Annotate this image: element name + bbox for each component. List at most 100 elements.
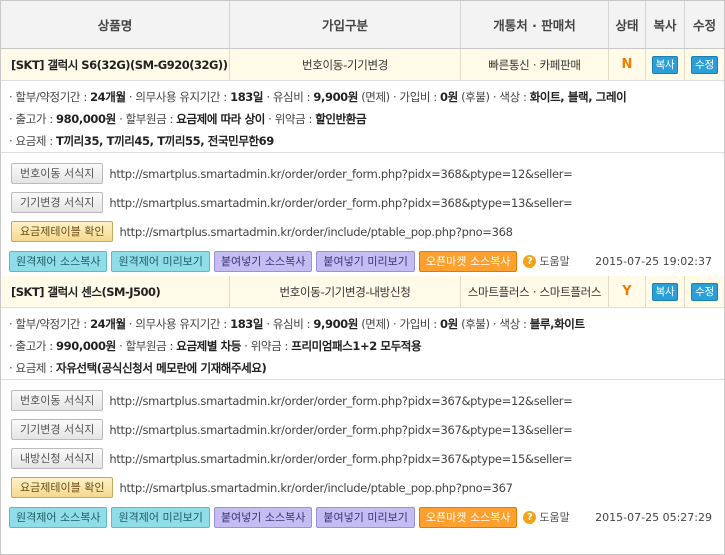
info-label: (후불) · 색상 : <box>457 317 530 331</box>
copy-button[interactable]: 복사 <box>651 282 679 301</box>
product-list: 상품명 가입구분 개통처 · 판매처 상태 복사 수정 [SKT] 갤럭시 S6… <box>0 0 725 555</box>
info-label: · 할부원금 : <box>115 112 177 126</box>
info-value: 980,000원 <box>56 112 116 126</box>
header-join-type: 가입구분 <box>230 1 461 48</box>
form-links: 번호이동 서식지 http://smartplus.smartadmin.kr/o… <box>1 380 724 502</box>
info-label: · 위약금 : <box>264 112 316 126</box>
product-name[interactable]: [SKT] 갤럭시 센스(SM-J500) <box>1 276 230 307</box>
info-value: 프리미엄패스1+2 모두적용 <box>291 339 422 353</box>
action-row: 원격제어 소스복사 원격제어 미리보기 붙여넣기 소스복사 붙여넣기 미리보기 오픈마켓… <box>1 246 724 276</box>
info-label: · 할부/약정기간 : <box>9 317 91 331</box>
info-value: 자유선택(공식신청서 메모란에 기재해주세요) <box>56 361 267 375</box>
form-button[interactable]: 기기변경 서식지 <box>11 192 104 213</box>
remote-preview-button[interactable]: 원격제어 미리보기 <box>111 250 210 272</box>
form-url[interactable]: http://smartplus.smartadmin.kr/order/inc… <box>119 225 513 239</box>
help-link[interactable]: ? 도움말 <box>523 509 570 525</box>
info-label: · 의무사용 유지기간 : <box>125 90 231 104</box>
action-row: 원격제어 소스복사 원격제어 미리보기 붙여넣기 소스복사 붙여넣기 미리보기 오픈마켓… <box>1 502 724 532</box>
info-value: T끼리35, T끼리45, T끼리55, 전국민무한69 <box>56 134 274 148</box>
info-label: · 의무사용 유지기간 : <box>125 317 231 331</box>
form-button[interactable]: 내방신청 서식지 <box>11 448 104 469</box>
edit-button[interactable]: 수정 <box>691 282 718 301</box>
paste-source-copy-button[interactable]: 붙여넣기 소스복사 <box>213 506 313 528</box>
help-label: 도움말 <box>539 511 570 524</box>
info-line: · 할부/약정기간 : 24개월 · 의무사용 유지기간 : 183일 · 유심… <box>9 86 716 108</box>
status-badge: N <box>609 49 646 80</box>
info-value: 183일 <box>230 90 264 104</box>
form-link-row: 요금제테이블 확인 http://smartplus.smartadmin.kr/… <box>11 473 714 502</box>
help-label: 도움말 <box>539 255 570 268</box>
rate-table-button[interactable]: 요금제테이블 확인 <box>11 477 114 498</box>
info-line: · 할부/약정기간 : 24개월 · 의무사용 유지기간 : 183일 · 유심… <box>9 313 716 335</box>
form-links: 번호이동 서식지 http://smartplus.smartadmin.kr/o… <box>1 153 724 246</box>
paste-preview-button[interactable]: 붙여넣기 미리보기 <box>316 506 415 528</box>
info-line: · 요금제 : T끼리35, T끼리45, T끼리55, 전국민무한69 <box>9 130 716 152</box>
info-label: (면제) · 가입비 : <box>357 317 441 331</box>
store-name: 스마트플러스 · 스마트플러스 <box>461 276 609 307</box>
remote-source-copy-button[interactable]: 원격제어 소스복사 <box>9 250 108 272</box>
copy-button[interactable]: 복사 <box>651 55 679 74</box>
info-label: (면제) · 가입비 : <box>357 90 441 104</box>
openmarket-source-copy-button[interactable]: 오픈마켓 소스복사 <box>418 250 518 272</box>
info-line: · 출고가 : 980,000원 · 할부원금 : 요금제에 따라 상이 · 위… <box>9 108 716 130</box>
info-value: 요금제에 따라 상이 <box>176 112 265 126</box>
info-value: 화이트, 블랙, 그레이 <box>529 90 627 104</box>
info-label: · 할부/약정기간 : <box>9 90 91 104</box>
remote-preview-button[interactable]: 원격제어 미리보기 <box>111 506 210 528</box>
info-value: 24개월 <box>90 90 126 104</box>
copy-cell: 복사 <box>646 276 685 307</box>
status-badge: Y <box>609 276 646 307</box>
edit-cell: 수정 <box>685 49 724 80</box>
remote-source-copy-button[interactable]: 원격제어 소스복사 <box>9 506 108 528</box>
info-label: · 유심비 : <box>263 317 314 331</box>
form-url[interactable]: http://smartplus.smartadmin.kr/order/ord… <box>109 167 572 181</box>
header-edit: 수정 <box>692 18 716 33</box>
info-label: · 출고가 : <box>9 339 57 353</box>
rate-table-button[interactable]: 요금제테이블 확인 <box>11 221 114 242</box>
info-label: · 유심비 : <box>263 90 314 104</box>
created-date: 2015-07-25 19:02:37 <box>595 254 712 268</box>
form-url[interactable]: http://smartplus.smartadmin.kr/order/inc… <box>119 481 513 495</box>
info-label: · 출고가 : <box>9 112 57 126</box>
copy-cell: 복사 <box>646 49 685 80</box>
form-button[interactable]: 번호이동 서식지 <box>11 163 104 184</box>
info-label: · 요금제 : <box>9 361 57 375</box>
edit-button[interactable]: 수정 <box>691 55 718 74</box>
product-info: · 할부/약정기간 : 24개월 · 의무사용 유지기간 : 183일 · 유심… <box>1 81 724 153</box>
join-type: 번호이동-기기변경 <box>230 49 461 80</box>
form-button[interactable]: 기기변경 서식지 <box>11 419 104 440</box>
header-status: 상태 <box>609 1 646 48</box>
info-value: 0원 <box>440 90 458 104</box>
form-link-row: 내방신청 서식지 http://smartplus.smartadmin.kr/o… <box>11 444 714 473</box>
store-name: 빠른통신 · 카페판매 <box>461 49 609 80</box>
info-value: 183일 <box>230 317 264 331</box>
info-value: 블루,화이트 <box>529 317 585 331</box>
form-url[interactable]: http://smartplus.smartadmin.kr/order/ord… <box>109 423 572 437</box>
form-url[interactable]: http://smartplus.smartadmin.kr/order/ord… <box>109 196 572 210</box>
form-button[interactable]: 번호이동 서식지 <box>11 390 104 411</box>
form-link-row: 기기변경 서식지 http://smartplus.smartadmin.kr/o… <box>11 188 714 217</box>
openmarket-source-copy-button[interactable]: 오픈마켓 소스복사 <box>418 506 518 528</box>
paste-source-copy-button[interactable]: 붙여넣기 소스복사 <box>213 250 313 272</box>
product-name[interactable]: [SKT] 갤럭시 S6(32G)(SM-G920(32G)) <box>1 49 230 80</box>
form-link-row: 번호이동 서식지 http://smartplus.smartadmin.kr/o… <box>11 386 714 415</box>
info-line: · 출고가 : 990,000원 · 할부원금 : 요금제별 차등 · 위약금 … <box>9 335 716 357</box>
table-body: [SKT] 갤럭시 S6(32G)(SM-G920(32G)) 번호이동-기기변경… <box>1 49 724 532</box>
join-type: 번호이동-기기변경-내방신청 <box>230 276 461 307</box>
edit-cell: 수정 <box>685 276 724 307</box>
form-url[interactable]: http://smartplus.smartadmin.kr/order/ord… <box>109 452 572 466</box>
info-value: 할인반환금 <box>315 112 367 126</box>
product-row: [SKT] 갤럭시 S6(32G)(SM-G920(32G)) 번호이동-기기변경… <box>1 49 724 81</box>
info-label: (후불) · 색상 : <box>457 90 530 104</box>
form-link-row: 기기변경 서식지 http://smartplus.smartadmin.kr/o… <box>11 415 714 444</box>
product-info: · 할부/약정기간 : 24개월 · 의무사용 유지기간 : 183일 · 유심… <box>1 308 724 380</box>
form-link-row: 번호이동 서식지 http://smartplus.smartadmin.kr/o… <box>11 159 714 188</box>
info-line: · 요금제 : 자유선택(공식신청서 메모란에 기재해주세요) <box>9 357 716 379</box>
info-value: 9,900원 <box>313 317 358 331</box>
header-product: 상품명 <box>1 1 230 48</box>
paste-preview-button[interactable]: 붙여넣기 미리보기 <box>316 250 415 272</box>
form-link-row: 요금제테이블 확인 http://smartplus.smartadmin.kr/… <box>11 217 714 246</box>
product-row: [SKT] 갤럭시 센스(SM-J500) 번호이동-기기변경-내방신청 스마트플러… <box>1 276 724 308</box>
help-link[interactable]: ? 도움말 <box>523 253 570 269</box>
form-url[interactable]: http://smartplus.smartadmin.kr/order/ord… <box>109 394 572 408</box>
